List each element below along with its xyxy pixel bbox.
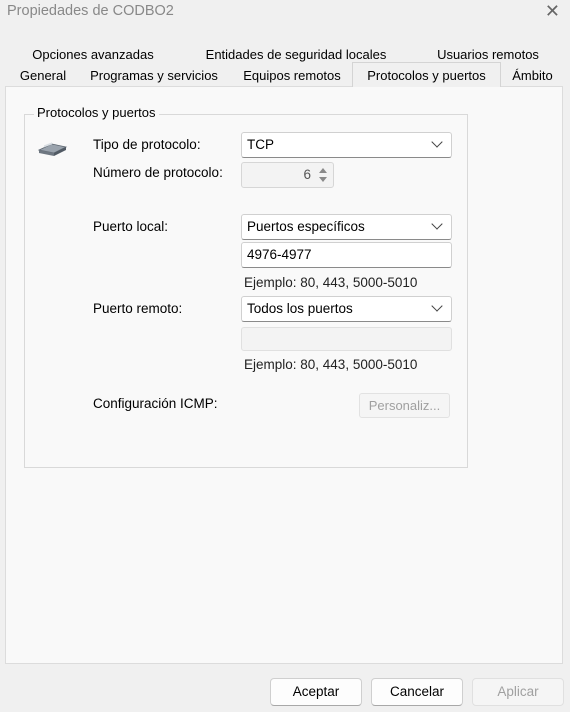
- protocol-type-value: TCP: [247, 137, 274, 152]
- local-port-label: Puerto local:: [93, 219, 169, 234]
- group-title: Protocolos y puertos: [34, 105, 159, 120]
- apply-button[interactable]: Aplicar: [472, 678, 564, 706]
- chevron-down-icon: [431, 300, 443, 312]
- tab-general[interactable]: General: [15, 65, 71, 86]
- protocol-number-stepper[interactable]: 6: [241, 162, 334, 188]
- icmp-label: Configuración ICMP:: [93, 396, 218, 411]
- stepper-down-icon[interactable]: [319, 177, 327, 182]
- protocol-type-select[interactable]: TCP: [241, 132, 452, 158]
- title-bar: Propiedades de CODBO2 ✕: [0, 0, 570, 28]
- chevron-down-icon: [431, 136, 443, 148]
- accept-button[interactable]: Aceptar: [270, 678, 362, 706]
- tab-equipos-remotos[interactable]: Equipos remotos: [238, 65, 346, 86]
- window-title: Propiedades de CODBO2: [7, 3, 174, 19]
- tab-programas-servicios[interactable]: Programas y servicios: [85, 65, 223, 86]
- close-icon[interactable]: ✕: [545, 1, 560, 22]
- remote-port-value: Todos los puertos: [247, 301, 353, 316]
- protocol-type-label: Tipo de protocolo:: [93, 137, 201, 152]
- protocol-number-value: 6: [303, 167, 311, 182]
- network-plug-icon: [38, 142, 68, 156]
- local-port-example: Ejemplo: 80, 443, 5000-5010: [244, 275, 418, 290]
- tab-opciones-avanzadas[interactable]: Opciones avanzadas: [29, 44, 157, 65]
- remote-port-select[interactable]: Todos los puertos: [241, 296, 452, 322]
- remote-port-input[interactable]: [241, 327, 452, 351]
- local-port-input[interactable]: 4976-4977: [241, 242, 452, 268]
- protocol-number-label: Número de protocolo:: [93, 165, 223, 180]
- tab-ambito[interactable]: Ámbito: [505, 65, 560, 86]
- tab-protocolos-puertos[interactable]: Protocolos y puertos: [352, 62, 501, 87]
- stepper-up-icon[interactable]: [319, 168, 327, 173]
- local-port-input-value: 4976-4977: [247, 247, 312, 262]
- local-port-value: Puertos específicos: [247, 219, 365, 234]
- remote-port-example: Ejemplo: 80, 443, 5000-5010: [244, 357, 418, 372]
- chevron-down-icon: [431, 218, 443, 230]
- local-port-select[interactable]: Puertos específicos: [241, 214, 452, 240]
- remote-port-label: Puerto remoto:: [93, 301, 183, 316]
- icmp-customize-button[interactable]: Personaliz...: [359, 393, 450, 418]
- cancel-button[interactable]: Cancelar: [371, 678, 463, 706]
